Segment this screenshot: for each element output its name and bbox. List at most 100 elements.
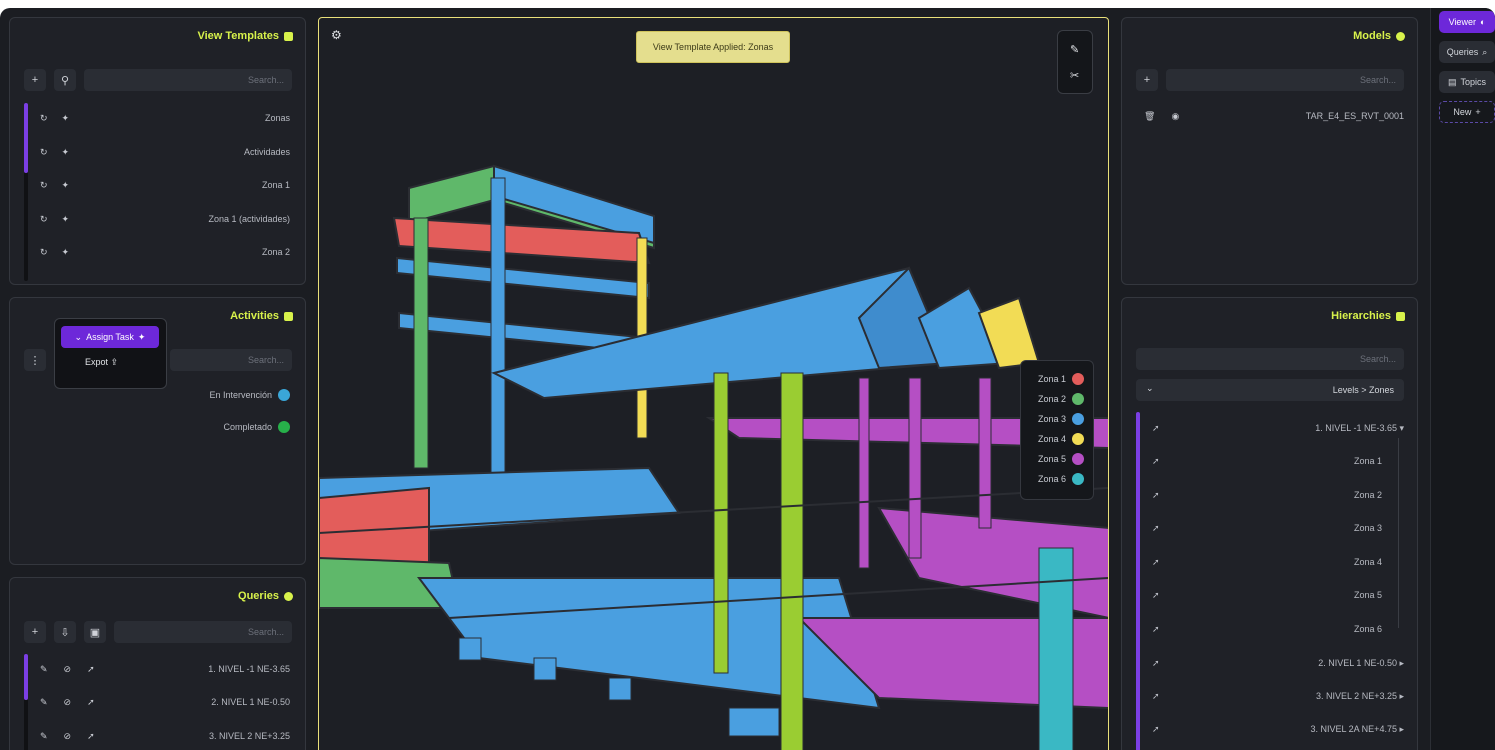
add-query-button[interactable]: + <box>24 621 46 643</box>
export-icon: ⇪ <box>110 357 119 367</box>
view-template-banner: View Template Applied: Zonas <box>636 31 790 63</box>
tree-node[interactable]: ➚ 2. NIVEL 1 NE-0.50 ▸ <box>1150 653 1404 673</box>
ruler-icon[interactable]: ✎ <box>1070 43 1079 56</box>
query-row[interactable]: ✎ ⊘ ➚ 1. NIVEL -1 NE-3.65 <box>38 659 290 679</box>
new-tab-button[interactable]: New + <box>1439 101 1495 123</box>
pin-icon[interactable]: ➚ <box>1152 590 1160 601</box>
trash-icon[interactable]: 🗑 <box>1144 111 1155 122</box>
zone-legend: Zona 1 Zona 2 Zona 3 Zona 4 Zona 5 Zona … <box>1020 360 1094 500</box>
reset-icon[interactable]: ↻ <box>40 247 48 258</box>
camera-icon <box>284 31 293 41</box>
save-query-button[interactable]: ▣ <box>84 621 106 643</box>
tree-node[interactable]: ➚ 3. NIVEL 2A NE+4.75 ▸ <box>1150 719 1404 739</box>
pin-icon[interactable]: ➚ <box>1152 423 1160 434</box>
scissors-icon[interactable]: ✂ <box>1070 69 1079 82</box>
pin-icon[interactable]: ➚ <box>1152 523 1160 534</box>
tree-root[interactable]: ➚ 1. NIVEL -1 NE-3.65 ▾ <box>1150 418 1404 438</box>
hierarchies-search-input[interactable]: Search... <box>1136 348 1404 370</box>
pin-icon[interactable]: ✦ <box>62 214 70 225</box>
pin-icon[interactable]: ➚ <box>1152 624 1160 635</box>
chevron-down-icon: ⌄ <box>1146 383 1154 393</box>
tab-topics[interactable]: ▤ Topics <box>1439 71 1495 93</box>
activities-title: Activities <box>230 310 293 322</box>
status-dot <box>278 389 290 401</box>
pin-icon[interactable]: ➚ <box>87 664 95 675</box>
view-templates-title: View Templates <box>197 30 293 42</box>
pin-icon[interactable]: ✦ <box>62 147 70 158</box>
tree-child[interactable]: ➚ Zona 6 <box>1150 619 1382 639</box>
reset-icon[interactable]: ↻ <box>40 214 48 225</box>
query-row[interactable]: ✎ ⊘ ➚ 2. NIVEL 1 NE-0.50 <box>38 692 290 712</box>
template-row[interactable]: ↻ ✦ Actividades <box>38 142 290 162</box>
tab-queries[interactable]: Queries ⌕ <box>1439 41 1495 63</box>
pin-icon[interactable]: ➚ <box>1152 724 1160 735</box>
pin-icon[interactable]: ➚ <box>1152 691 1160 702</box>
model-viewer[interactable]: ⚙ <box>318 17 1109 750</box>
pin-icon[interactable]: ✦ <box>62 113 70 124</box>
pin-icon[interactable]: ➚ <box>87 731 95 742</box>
activities-menu-button[interactable]: ⋮ <box>24 349 46 371</box>
model-row[interactable]: 🗑 ◉ TAR_E4_ES_RVT_0001 <box>1142 106 1404 126</box>
reset-icon[interactable]: ↻ <box>40 180 48 191</box>
pin-icon[interactable]: ➚ <box>1152 658 1160 669</box>
models-search-input[interactable]: Search... <box>1166 69 1404 91</box>
queries-search-input[interactable]: Search... <box>114 621 292 643</box>
status-dot <box>278 421 290 433</box>
layers-icon <box>1396 311 1405 321</box>
templates-search-input[interactable]: Search... <box>84 69 292 91</box>
legend-item: Zona 4 <box>1021 429 1093 449</box>
models-title: Models <box>1353 30 1405 42</box>
pin-icon[interactable]: ➚ <box>1152 456 1160 467</box>
paint-icon[interactable]: ✎ <box>40 697 48 708</box>
legend-item: Zona 1 <box>1021 369 1093 389</box>
clipboard-icon <box>284 311 293 321</box>
template-row[interactable]: ↻ ✦ Zona 1 <box>38 175 290 195</box>
template-row[interactable]: ↻ ✦ Zona 1 (actividades) <box>38 209 290 229</box>
tree-child[interactable]: ➚ Zona 3 <box>1150 518 1382 538</box>
add-template-button[interactable]: + <box>24 69 46 91</box>
pin-icon[interactable]: ➚ <box>1152 490 1160 501</box>
legend-item: Zona 3 <box>1021 409 1093 429</box>
tree-line <box>1398 438 1399 628</box>
add-model-button[interactable]: + <box>1136 69 1158 91</box>
plus-icon: + <box>1475 107 1481 117</box>
export-menu-item[interactable]: Expot ⇪ <box>85 357 118 368</box>
import-query-button[interactable]: ⇩ <box>54 621 76 643</box>
tree-child[interactable]: ➚ Zona 1 <box>1150 451 1382 471</box>
assign-task-button[interactable]: ⌄ Assign Task ✦ <box>61 326 159 348</box>
template-row[interactable]: ↻ ✦ Zonas <box>38 108 290 128</box>
paint-icon[interactable]: ✎ <box>40 664 48 675</box>
status-row[interactable]: Completado <box>160 417 290 437</box>
reset-icon[interactable]: ↻ <box>40 147 48 158</box>
search-icon <box>284 591 293 601</box>
tree-child[interactable]: ➚ Zona 4 <box>1150 552 1382 572</box>
activities-search-input[interactable]: Search... <box>170 349 292 371</box>
template-row[interactable]: ↻ ✦ Zona 2 <box>38 242 290 262</box>
pin-icon[interactable]: ➚ <box>87 697 95 708</box>
pin-icon[interactable]: ✦ <box>62 247 70 258</box>
hide-icon[interactable]: ⊘ <box>64 697 72 708</box>
tree-child[interactable]: ➚ Zona 5 <box>1150 585 1382 605</box>
tree-node[interactable]: ➚ 3. NIVEL 2 NE+3.25 ▸ <box>1150 686 1404 706</box>
pin-icon[interactable]: ➚ <box>1152 557 1160 568</box>
reset-icon[interactable]: ↻ <box>40 113 48 124</box>
templates-rail <box>24 103 28 281</box>
status-row[interactable]: En Intervención <box>160 385 290 405</box>
hide-icon[interactable]: ⊘ <box>64 731 72 742</box>
query-row[interactable]: ✎ ⊘ ➚ 3. NIVEL 2 NE+3.25 <box>38 726 290 746</box>
queries-title: Queries <box>238 590 293 602</box>
tab-viewer[interactable]: Viewer ◐ <box>1439 11 1495 33</box>
legend-item: Zona 6 <box>1021 469 1093 489</box>
view-templates-panel: View Templates + ⚲ Search... ↻ ✦ Zonas ↻ ✦ A… <box>9 17 306 285</box>
hierarchy-select[interactable]: ⌄ Levels > Zones <box>1136 379 1404 401</box>
app-window: View Templates + ⚲ Search... ↻ ✦ Zonas ↻ ✦ A… <box>0 8 1495 750</box>
hide-icon[interactable]: ⊘ <box>64 664 72 675</box>
activities-dropdown-menu: ⌄ Assign Task ✦ Expot ⇪ <box>54 318 167 389</box>
tree-child[interactable]: ➚ Zona 2 <box>1150 485 1382 505</box>
pin-icon[interactable]: ✦ <box>62 180 70 191</box>
topics-icon: ▤ <box>1447 76 1457 87</box>
paint-icon[interactable]: ✎ <box>40 731 48 742</box>
eye-icon[interactable]: ◉ <box>1171 111 1179 122</box>
filter-templates-button[interactable]: ⚲ <box>54 69 76 91</box>
viewer-toolbox: ✎ ✂ <box>1057 30 1093 94</box>
